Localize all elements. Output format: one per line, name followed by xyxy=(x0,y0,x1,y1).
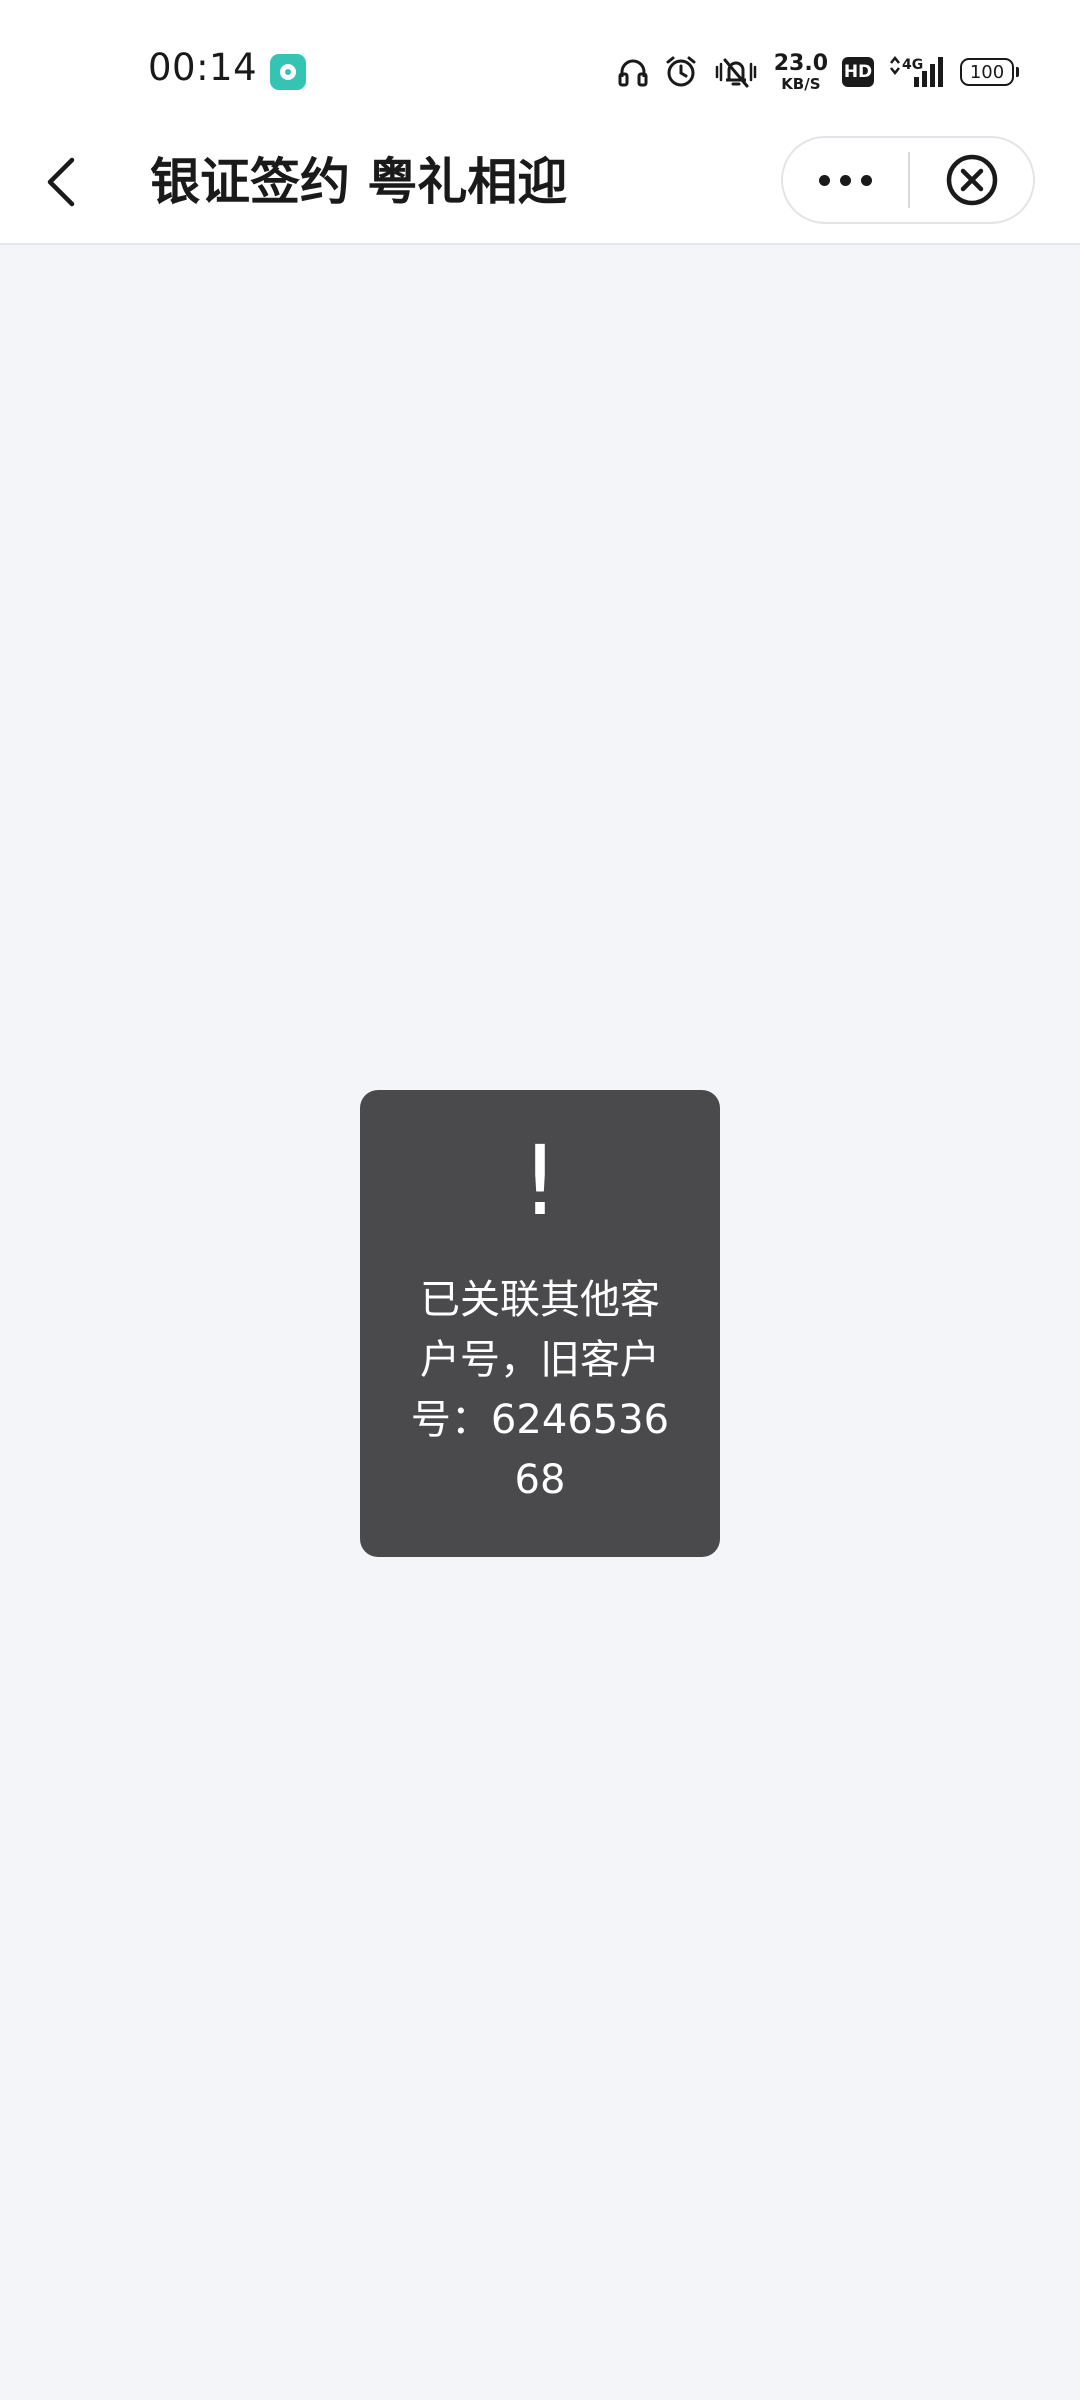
vibrate-silent-icon xyxy=(715,58,756,88)
close-button[interactable] xyxy=(910,138,1033,222)
status-time: 00:14 xyxy=(148,46,258,89)
page-title: 银证签约 粤礼相迎 xyxy=(150,153,568,211)
more-dots-icon xyxy=(819,174,830,186)
mini-program-capsule xyxy=(781,136,1035,224)
alarm-icon xyxy=(666,56,696,87)
status-bar: 00:14 23.0 KB/S HD 4G 100 xyxy=(0,0,1080,130)
hd-icon: HD xyxy=(842,57,874,87)
toast-message: 已关联其他客户号，旧客户号：624653668 xyxy=(410,1277,670,1503)
exclamation-icon: ! xyxy=(520,1125,560,1237)
status-icons: 23.0 KB/S HD 4G 100 xyxy=(616,48,1019,96)
net-speed-value: 23.0 xyxy=(773,50,828,76)
back-button[interactable] xyxy=(30,150,94,214)
app-notification-icon xyxy=(270,54,306,90)
close-circle-icon xyxy=(946,154,997,206)
headphones-icon xyxy=(618,59,648,87)
network-type: 4G xyxy=(902,57,923,73)
navigation-bar: 银证签约 粤礼相迎 xyxy=(0,130,1080,245)
more-button[interactable] xyxy=(783,138,908,222)
signal-icon: 4G xyxy=(890,55,943,87)
net-speed-unit: KB/S xyxy=(781,74,821,93)
net-speed: 23.0 KB/S xyxy=(773,50,828,93)
battery-icon: 100 xyxy=(960,58,1019,86)
error-toast: ! 已关联其他客户号，旧客户号：624653668 xyxy=(360,1090,720,1557)
chevron-left-icon xyxy=(47,157,75,207)
